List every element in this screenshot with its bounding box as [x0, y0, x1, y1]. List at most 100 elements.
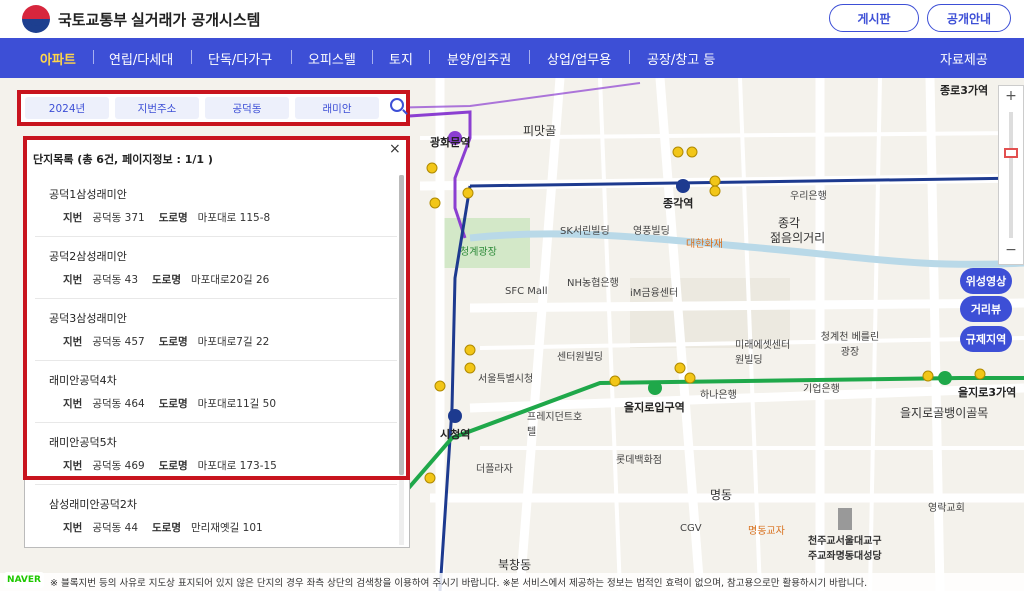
search-bar: 2024년 지번주소 공덕동 래미안 [17, 90, 410, 126]
road-value: 마포대로 115-8 [197, 212, 271, 224]
nav-item-commercial[interactable]: 상업/업무용 [547, 49, 611, 68]
header: 국토교통부 실거래가 공개시스템 게시판 공개안내 [0, 0, 1024, 38]
map-label: 영풍빌딩 [633, 226, 670, 237]
street-view-button[interactable]: 거리뷰 [960, 296, 1012, 322]
station-marker-euljiro1ga [648, 381, 662, 395]
system-title[interactable]: 실거래가 공개시스템 [131, 9, 260, 30]
close-icon[interactable]: × [389, 141, 401, 157]
regulated-area-button[interactable]: 규제지역 [960, 326, 1012, 352]
results-scrollbar[interactable] [399, 175, 404, 545]
list-item[interactable]: 래미안공덕5차 지번 공덕동 469 도로명 마포대로 173-15 [35, 425, 397, 485]
list-item[interactable]: 공덕3삼성래미안 지번 공덕동 457 도로명 마포대로7길 22 [35, 301, 397, 361]
zoom-control: + − [998, 85, 1024, 265]
year-select[interactable]: 2024년 [25, 97, 109, 119]
complex-name[interactable]: 공덕1삼성래미안 [49, 186, 127, 202]
address-type-select[interactable]: 지번주소 [115, 97, 199, 119]
map-label: iM금융센터 [630, 288, 679, 299]
nav-item-factory[interactable]: 공장/창고 등 [647, 49, 715, 68]
road-label: 도로명 [158, 398, 188, 410]
nav-item-data-provider[interactable]: 자료제공 [940, 49, 988, 68]
map-label: NH농협은행 [567, 278, 619, 289]
map-label: 영락교회 [928, 503, 965, 514]
nav-item-rowhouse[interactable]: 연립/다세대 [109, 49, 173, 68]
dong-select[interactable]: 공덕동 [205, 97, 289, 119]
map-label: 센터원빌딩 [557, 352, 603, 363]
nav-item-presale[interactable]: 분양/입주권 [447, 49, 511, 68]
map-label: 청계광장 [460, 247, 497, 258]
jibun-value: 공덕동 44 [92, 522, 139, 534]
map-label: 프레지던트호텔 [527, 412, 583, 438]
jibun-label: 지번 [63, 274, 83, 286]
zoom-track[interactable] [1009, 112, 1013, 238]
map-label: 종로3가역 [940, 84, 989, 97]
map-label: 대한화재 [686, 239, 723, 250]
zoom-slider-handle[interactable] [1004, 148, 1018, 158]
map-label: 을지로골뱅이골목 [900, 406, 989, 420]
keyword-input[interactable]: 래미안 [295, 97, 379, 119]
list-item[interactable]: 공덕2삼성래미안 지번 공덕동 43 도로명 마포대로20길 26 [35, 239, 397, 299]
map-label: 롯데백화점 [616, 455, 662, 466]
map-label: 우리은행 [790, 191, 827, 202]
jibun-label: 지번 [63, 212, 83, 224]
map-label: SK서린빌딩 [560, 226, 610, 237]
nav-item-officetel[interactable]: 오피스텔 [308, 49, 356, 68]
board-button[interactable]: 게시판 [829, 4, 919, 32]
guide-button[interactable]: 공개안내 [927, 4, 1011, 32]
map-label: 을지로입구역 [624, 401, 685, 414]
map-label: 북창동 [498, 558, 532, 572]
nav-item-detached[interactable]: 단독/다가구 [208, 49, 272, 68]
naver-logo[interactable]: NAVER [4, 572, 44, 588]
notice-bar: ※ 블록지번 등의 사유로 지도상 표지되어 있지 않은 단지의 경우 좌측 상… [0, 573, 1024, 591]
results-list[interactable]: 공덕1삼성래미안 지번 공덕동 371 도로명 마포대로 115-8 공덕2삼성래미안… [35, 177, 397, 545]
map-label: 기업은행 [803, 384, 840, 395]
notice-text: ※ 블록지번 등의 사유로 지도상 표지되어 있지 않은 단지의 경우 좌측 상… [50, 578, 868, 589]
main-nav: 아파트 연립/다세대 단독/다가구 오피스텔 토지 분양/입주권 상업/업무용 … [0, 38, 1024, 78]
zoom-in-button[interactable]: + [999, 88, 1023, 108]
nav-item-land[interactable]: 토지 [389, 49, 413, 68]
jibun-value: 공덕동 371 [92, 212, 145, 224]
map-label: 을지로3가역 [958, 386, 1017, 399]
search-icon[interactable] [390, 98, 404, 112]
map-label: 명동 [710, 488, 733, 502]
jibun-value: 공덕동 43 [92, 274, 139, 286]
results-panel: 단지목록 (총 6건, 페이지정보 : 1/1 ) × 공덕1삼성래미안 지번 공… [24, 138, 410, 548]
road-value: 만리재옛길 101 [191, 522, 263, 534]
road-label: 도로명 [158, 460, 188, 472]
road-label: 도로명 [152, 522, 181, 534]
station-marker-euljiro3ga [938, 371, 952, 385]
map-label: CGV [680, 523, 702, 534]
complex-name[interactable]: 삼성래미안공덕2차 [49, 496, 137, 512]
map-label: 하나은행 [700, 390, 737, 401]
list-item[interactable]: 공덕1삼성래미안 지번 공덕동 371 도로명 마포대로 115-8 [35, 177, 397, 237]
road-label: 도로명 [158, 336, 188, 348]
station-marker-cityhall [448, 409, 462, 423]
list-item[interactable]: 삼성래미안공덕2차 지번 공덕동 44 도로명 만리재옛길 101 [35, 487, 397, 545]
map-label: 청계천 베를린광장 [820, 332, 880, 358]
jibun-value: 공덕동 457 [92, 336, 145, 348]
road-value: 마포대로20길 26 [191, 274, 270, 286]
map-label: 천주교서울대교구 주교좌명동대성당 [808, 536, 882, 562]
list-item[interactable]: 래미안공덕4차 지번 공덕동 464 도로명 마포대로11길 50 [35, 363, 397, 423]
complex-name[interactable]: 공덕2삼성래미안 [49, 248, 127, 264]
zoom-out-button[interactable]: − [999, 242, 1023, 262]
results-title: 단지목록 (총 6건, 페이지정보 : 1/1 ) [33, 153, 213, 166]
ministry-name[interactable]: 국토교통부 [58, 9, 127, 30]
map-label: 더플라자 [476, 464, 513, 475]
map-label: 광화문역 [430, 136, 471, 149]
map-label: 피맛골 [523, 124, 557, 138]
cathedral-icon [838, 508, 852, 530]
satellite-button[interactable]: 위성영상 [960, 268, 1012, 294]
complex-name[interactable]: 공덕3삼성래미안 [49, 310, 127, 326]
map-label: 명동교자 [748, 526, 785, 537]
station-marker-jonggak [676, 179, 690, 193]
road-value: 마포대로11길 50 [197, 398, 277, 410]
complex-name[interactable]: 래미안공덕4차 [49, 372, 117, 388]
complex-name[interactable]: 래미안공덕5차 [49, 434, 117, 450]
ministry-logo-icon[interactable] [22, 5, 50, 33]
map-label: 시청역 [440, 428, 471, 441]
road-label: 도로명 [152, 274, 181, 286]
jibun-label: 지번 [63, 460, 83, 472]
nav-item-apartment[interactable]: 아파트 [40, 49, 76, 68]
map-label: SFC Mall [505, 286, 548, 297]
road-label: 도로명 [158, 212, 188, 224]
